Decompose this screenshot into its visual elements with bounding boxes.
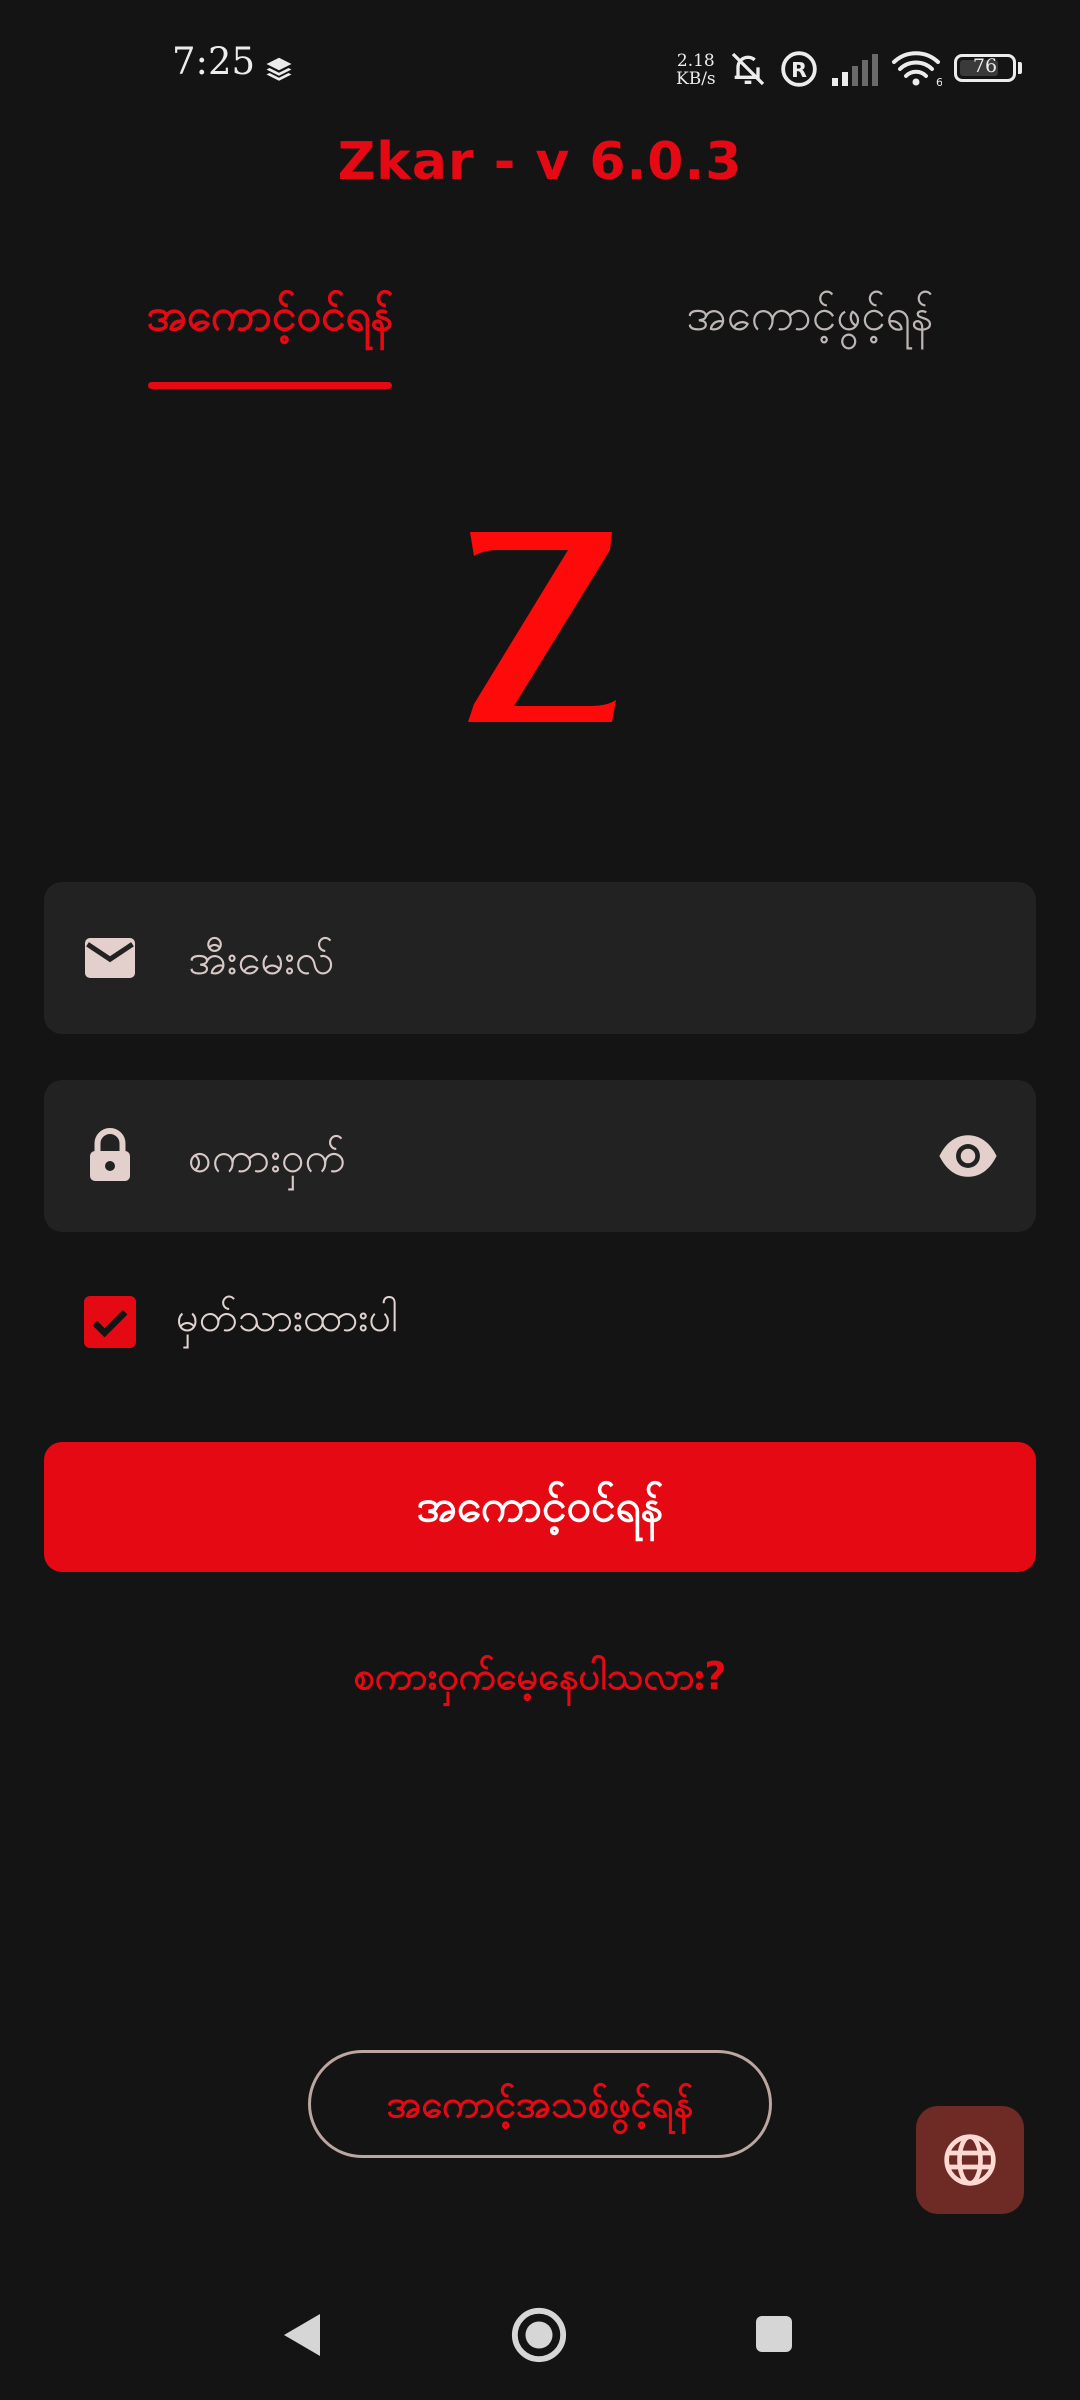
home-icon[interactable] — [510, 2306, 568, 2368]
forgot-password-link[interactable]: စကားဝှက်မေ့နေပါသလား? — [0, 1652, 1080, 1708]
globe-icon — [944, 2134, 996, 2186]
lock-icon — [80, 1126, 140, 1190]
login-button[interactable]: အကောင့်ဝင်ရန် — [44, 1442, 1036, 1572]
svg-text:R: R — [791, 58, 807, 82]
email-input[interactable] — [186, 920, 890, 998]
tab-login[interactable]: အကောင့်ဝင်ရန် — [140, 288, 400, 352]
tab-register[interactable]: အကောင့်ဖွင့်ရန် — [680, 288, 940, 352]
remember-label[interactable]: မှတ်သားထားပါ — [176, 1292, 398, 1351]
registered-icon: R — [780, 50, 818, 92]
recents-icon[interactable] — [754, 2314, 794, 2358]
password-input[interactable] — [186, 1118, 890, 1196]
remember-checkbox[interactable] — [84, 1296, 136, 1348]
network-speed-value: 2.18 — [676, 51, 715, 71]
battery-tip — [1018, 62, 1022, 74]
signal-icon — [830, 52, 880, 90]
bell-muted-icon — [728, 48, 768, 94]
create-account-button[interactable]: အကောင့်အသစ်ဖွင့်ရန် — [308, 2050, 772, 2158]
mail-icon — [80, 928, 140, 992]
status-time: 7:25 — [172, 40, 256, 83]
email-field[interactable] — [44, 882, 1036, 1034]
language-button[interactable] — [916, 2106, 1024, 2214]
status-bar: 7:25 2.18 KB/s R 6 76 — [0, 0, 1080, 130]
eye-icon[interactable] — [936, 1130, 1000, 1186]
wifi-icon: 6 — [890, 48, 943, 92]
check-icon — [92, 1309, 128, 1338]
battery-level: 76 — [972, 55, 998, 77]
active-tab-indicator — [148, 382, 392, 389]
app-title: Zkar - v 6.0.3 — [337, 132, 743, 192]
battery-icon: 76 — [954, 54, 1016, 82]
network-speed-unit: KB/s — [676, 69, 716, 89]
network-speed: 2.18 KB/s — [676, 52, 716, 88]
svg-text:6: 6 — [936, 76, 942, 88]
back-icon[interactable] — [280, 2310, 324, 2364]
app-logo — [440, 510, 640, 740]
layers-icon — [264, 54, 294, 88]
password-field[interactable] — [44, 1080, 1036, 1232]
